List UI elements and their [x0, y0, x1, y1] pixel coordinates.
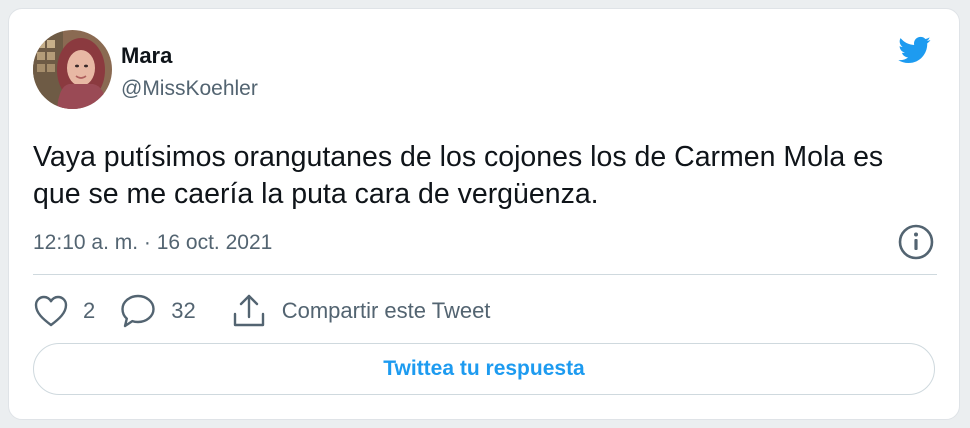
share-icon [233, 294, 264, 327]
avatar-image [33, 30, 112, 109]
like-button[interactable]: 2 [33, 294, 95, 328]
author-handle[interactable]: @MissKoehler [121, 77, 258, 101]
divider [33, 274, 937, 275]
reply-bubble-icon [121, 294, 155, 328]
reply-count: 32 [171, 298, 196, 323]
share-button[interactable]: Compartir este Tweet [230, 292, 491, 330]
author-name[interactable]: Mara [121, 43, 172, 69]
twitter-bird-icon[interactable] [894, 33, 934, 67]
tweet-card: Mara @MissKoehler Vaya putísimos orangut… [8, 8, 960, 420]
like-count: 2 [83, 298, 96, 323]
reply-prompt-button[interactable]: Twittea tu respuesta [33, 343, 935, 395]
heart-icon [34, 295, 68, 327]
share-label: Compartir este Tweet [281, 298, 491, 323]
reply-button[interactable]: 32 [119, 293, 196, 329]
tweet-text: Vaya putísimos orangutanes de los cojone… [33, 141, 884, 210]
tweet-timestamp[interactable]: 12:10 a. m. · 16 oct. 2021 [33, 231, 272, 255]
info-icon[interactable] [897, 223, 935, 261]
avatar[interactable] [33, 30, 112, 109]
action-bar: 2 32 Compartir este Tweet [33, 291, 508, 331]
